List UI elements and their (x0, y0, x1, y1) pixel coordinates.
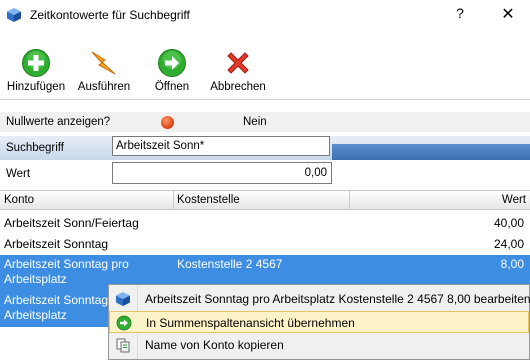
plus-icon (22, 49, 50, 77)
add-button-label: Hinzufügen (6, 81, 66, 93)
search-row-accent (332, 144, 530, 160)
window-title: Zeitkontowerte für Suchbegriff (30, 8, 190, 22)
menu-item-summary-view[interactable]: In Summenspaltenansicht übernehmen (109, 311, 529, 333)
null-values-toggle-icon[interactable] (161, 116, 174, 129)
menu-item-edit-label: Arbeitszeit Sonntag pro Arbeitsplatz Kos… (145, 292, 530, 306)
search-row: Suchbegriff (0, 136, 530, 160)
search-input[interactable] (112, 136, 330, 156)
cell-konto-line1: Arbeitszeit Sonntag pro (4, 257, 129, 271)
null-values-row: Nullwerte anzeigen? Nein (0, 112, 530, 132)
menu-item-summary-view-label: In Summenspaltenansicht übernehmen (146, 316, 355, 330)
column-header-kostenstelle[interactable]: Kostenstelle (177, 194, 240, 206)
cancel-button-label: Abbrechen (210, 81, 266, 93)
menu-item-edit[interactable]: Arbeitszeit Sonntag pro Arbeitsplatz Kos… (109, 288, 530, 310)
help-button[interactable]: ? (452, 5, 468, 21)
open-button[interactable]: Öffnen (140, 48, 204, 96)
value-label: Wert (6, 168, 31, 180)
cube-icon (116, 292, 130, 306)
title-bar: Zeitkontowerte für Suchbegriff ? ✕ (0, 0, 530, 30)
add-button[interactable]: Hinzufügen (4, 48, 68, 96)
cancel-button[interactable]: Abbrechen (206, 48, 270, 96)
toolbar: Hinzufügen Ausführen Öffnen Abbrechen (0, 30, 530, 100)
arrow-right-icon (158, 49, 186, 77)
cell-wert: 40,00 (493, 216, 524, 230)
value-input[interactable] (112, 162, 332, 184)
app-cube-icon (7, 8, 21, 22)
cell-wert: 24,00 (493, 237, 524, 251)
open-button-label: Öffnen (154, 81, 190, 93)
menu-item-copy-name[interactable]: Name von Konto kopieren (109, 334, 529, 356)
column-header-wert[interactable]: Wert (502, 194, 526, 206)
cell-konto: Arbeitszeit Sonntag (4, 237, 109, 251)
column-divider[interactable] (173, 191, 174, 209)
cell-konto-line2: Arbeitsplatz (4, 308, 67, 322)
search-label: Suchbegriff (6, 142, 64, 154)
grid-header: Konto Kostenstelle Wert (0, 190, 530, 210)
cell-wert: 8,00 (500, 257, 524, 271)
cross-icon (227, 52, 249, 74)
context-menu: Arbeitszeit Sonntag pro Arbeitsplatz Kos… (108, 284, 530, 360)
null-values-label: Nullwerte anzeigen? (6, 116, 111, 128)
table-row[interactable]: Arbeitszeit Sonntag 24,00 (0, 233, 530, 255)
table-row[interactable]: Arbeitszeit Sonn/Feiertag 40,00 (0, 212, 530, 234)
cell-kostenstelle: Kostenstelle 2 4567 (177, 257, 283, 271)
lightning-icon (91, 51, 116, 75)
menu-item-copy-name-label: Name von Konto kopieren (145, 338, 284, 352)
close-button[interactable]: ✕ (498, 4, 518, 24)
column-divider[interactable] (349, 191, 350, 209)
null-values-value[interactable]: Nein (243, 116, 267, 128)
arrow-right-circle-icon (116, 315, 132, 331)
value-row: Wert (0, 162, 530, 186)
cell-konto: Arbeitszeit Sonntag pro Arbeitsplatz (4, 257, 129, 287)
cell-konto: Arbeitszeit Sonn/Feiertag (4, 216, 139, 230)
run-button-label: Ausführen (77, 81, 131, 93)
column-header-konto[interactable]: Konto (4, 194, 34, 206)
copy-icon (116, 338, 130, 353)
run-button[interactable]: Ausführen (72, 48, 136, 96)
cell-konto-line2: Arbeitsplatz (4, 272, 67, 286)
